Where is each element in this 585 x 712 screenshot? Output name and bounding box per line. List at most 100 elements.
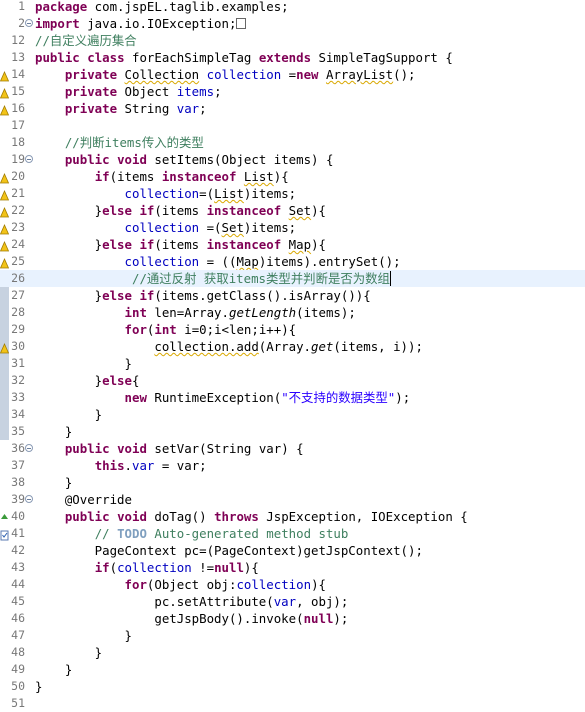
code-line-26[interactable]: 26 //通过反射 获取items类型并判断是否为数组 xyxy=(0,270,585,287)
code-line-33[interactable]: 33 new RuntimeException("不支持的数据类型"); xyxy=(0,389,585,406)
code-line-41[interactable]: 41 // TODO Auto-generated method stub xyxy=(0,525,585,542)
code-text: private Object items; xyxy=(35,83,222,100)
collapsed-import-icon[interactable] xyxy=(236,18,247,29)
fold-toggle-icon[interactable] xyxy=(25,155,33,163)
code-token: { xyxy=(131,373,140,388)
code-token: collection xyxy=(124,186,200,201)
code-token: var xyxy=(273,594,297,609)
code-line-46[interactable]: 46 getJspBody().invoke(null); xyxy=(0,610,585,627)
warning-marker-icon[interactable] xyxy=(0,86,10,99)
code-token: =( xyxy=(199,220,222,235)
code-line-37[interactable]: 37 this.var = var; xyxy=(0,457,585,474)
code-line-36[interactable]: 36 public void setVar(String var) { xyxy=(0,440,585,457)
code-line-20[interactable]: 20 if(items instanceof List){ xyxy=(0,168,585,185)
fold-toggle-icon[interactable] xyxy=(25,444,33,452)
code-token: Map xyxy=(236,254,259,269)
code-line-38[interactable]: 38 } xyxy=(0,474,585,491)
code-line-35[interactable]: 35 } xyxy=(0,423,585,440)
fold-toggle-icon[interactable] xyxy=(25,19,33,27)
code-token: != xyxy=(191,560,215,575)
code-line-31[interactable]: 31 } xyxy=(0,355,585,372)
code-line-29[interactable]: 29 for(int i=0;i<len;i++){ xyxy=(0,321,585,338)
code-line-22[interactable]: 22 }else if(items instanceof Set){ xyxy=(0,202,585,219)
code-text: collection =(Set)items; xyxy=(35,219,297,236)
warning-marker-icon[interactable] xyxy=(0,103,10,116)
code-token: = var; xyxy=(154,458,207,473)
task-marker-icon[interactable] xyxy=(0,528,9,541)
line-number: 2 xyxy=(18,16,25,30)
code-line-27[interactable]: 27 }else if(items.getClass().isArray()){ xyxy=(0,287,585,304)
code-editor[interactable]: 1 package com.jspEL.taglib.examples; 2 impo… xyxy=(0,0,585,710)
code-token: Object xyxy=(117,84,177,99)
code-line-21[interactable]: 21 collection=(List)items; xyxy=(0,185,585,202)
code-token: = xyxy=(281,67,297,82)
code-text: if(collection !=null){ xyxy=(35,559,259,576)
line-number: 15 xyxy=(11,84,25,98)
warning-marker-icon[interactable] xyxy=(0,341,10,354)
code-line-25[interactable]: 25 collection = ((Map)items).entrySet(); xyxy=(0,253,585,270)
code-line-14[interactable]: 14 private Collection collection =new Ar… xyxy=(0,66,585,83)
code-text: private Collection collection =new Array… xyxy=(35,66,416,83)
code-line-34[interactable]: 34 } xyxy=(0,406,585,423)
code-line-12[interactable]: 12 //自定义遍历集合 xyxy=(0,32,585,49)
code-token: TODO xyxy=(117,526,147,541)
code-token: if xyxy=(94,169,110,184)
code-line-18[interactable]: 18 //判断items传入的类型 xyxy=(0,134,585,151)
code-token: private xyxy=(64,101,118,116)
code-token: , obj); xyxy=(296,594,349,609)
code-line-19[interactable]: 19 public void setItems(Object items) { xyxy=(0,151,585,168)
line-number: 50 xyxy=(11,679,25,693)
warning-marker-icon[interactable] xyxy=(0,171,10,184)
warning-marker-icon[interactable] xyxy=(0,188,10,201)
code-line-2[interactable]: 2 import java.io.IOException; xyxy=(0,15,585,32)
code-line-51[interactable]: 51 xyxy=(0,695,585,712)
code-token: } xyxy=(35,679,43,694)
code-token: } xyxy=(35,373,103,388)
warning-marker-icon[interactable] xyxy=(0,205,10,218)
code-text: } xyxy=(35,406,102,423)
code-line-45[interactable]: 45 pc.setAttribute(var, obj); xyxy=(0,593,585,610)
code-line-44[interactable]: 44 for(Object obj:collection){ xyxy=(0,576,585,593)
warning-marker-icon[interactable] xyxy=(0,69,10,82)
code-line-23[interactable]: 23 collection =(Set)items; xyxy=(0,219,585,236)
code-token: ){ xyxy=(311,203,326,218)
code-line-30[interactable]: 30 collection.add(Array.get(items, i)); xyxy=(0,338,585,355)
code-token: this xyxy=(94,458,125,473)
code-line-16[interactable]: 16 private String var; xyxy=(0,100,585,117)
code-token: JspException, IOException { xyxy=(258,509,468,524)
code-line-13[interactable]: 13 public class forEachSimpleTag extends … xyxy=(0,49,585,66)
code-token: List xyxy=(243,169,274,184)
warning-marker-icon[interactable] xyxy=(0,239,10,252)
code-line-42[interactable]: 42 PageContext pc=(PageContext)getJspCon… xyxy=(0,542,585,559)
code-line-17[interactable]: 17 xyxy=(0,117,585,134)
code-line-40[interactable]: 40 public void doTag() throws JspExcepti… xyxy=(0,508,585,525)
line-number: 43 xyxy=(11,560,25,574)
code-token: getLength xyxy=(228,305,297,320)
line-number: 29 xyxy=(11,322,25,336)
line-number: 1 xyxy=(18,0,25,13)
warning-marker-icon[interactable] xyxy=(0,256,10,269)
line-number: 38 xyxy=(11,475,25,489)
code-line-1[interactable]: 1 package com.jspEL.taglib.examples; xyxy=(0,0,585,15)
override-marker-icon[interactable] xyxy=(0,511,9,522)
code-line-24[interactable]: 24 }else if(items instanceof Map){ xyxy=(0,236,585,253)
code-line-28[interactable]: 28 int len=Array.getLength(items); xyxy=(0,304,585,321)
fold-toggle-icon[interactable] xyxy=(25,495,33,503)
code-token: RuntimeException( xyxy=(146,390,282,405)
code-line-39[interactable]: 39 @Override xyxy=(0,491,585,508)
code-token: get xyxy=(311,339,334,354)
code-line-15[interactable]: 15 private Object items; xyxy=(0,83,585,100)
code-line-32[interactable]: 32 }else{ xyxy=(0,372,585,389)
code-line-50[interactable]: 50} xyxy=(0,678,585,695)
warning-marker-icon[interactable] xyxy=(0,222,10,235)
code-line-49[interactable]: 49 } xyxy=(0,661,585,678)
code-line-43[interactable]: 43 if(collection !=null){ xyxy=(0,559,585,576)
line-number: 46 xyxy=(11,611,25,625)
code-line-48[interactable]: 48 } xyxy=(0,644,585,661)
code-line-47[interactable]: 47 } xyxy=(0,627,585,644)
code-text: }else if(items.getClass().isArray()){ xyxy=(35,287,371,304)
